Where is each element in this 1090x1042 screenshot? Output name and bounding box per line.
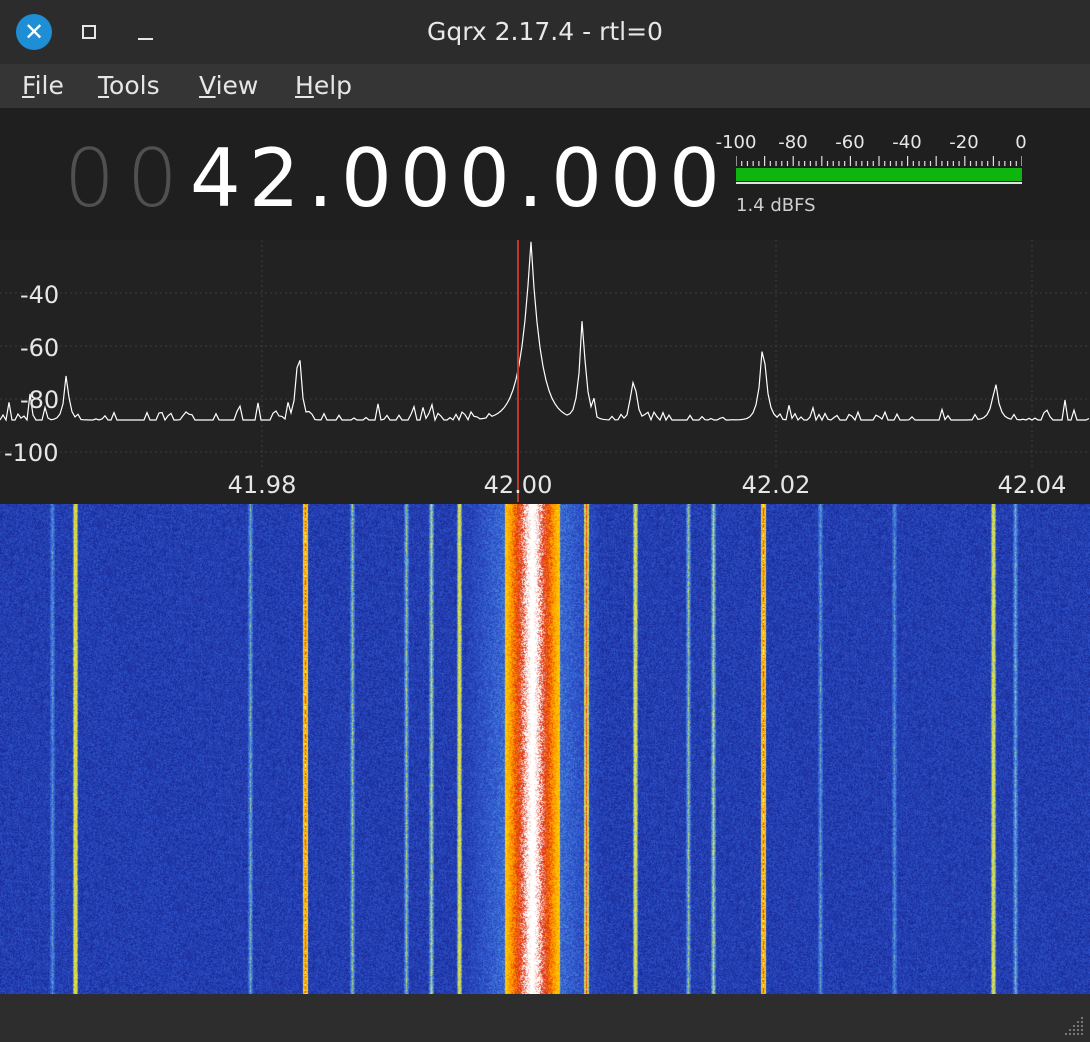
grip-dot: [1081, 1033, 1083, 1035]
spectrum-background: [0, 240, 1090, 504]
grip-dot: [1077, 1021, 1079, 1023]
spectrum-x-label: 42.02: [742, 471, 811, 499]
spectrum-y-label: -100: [4, 439, 58, 467]
meter-tick-label: -20: [949, 132, 979, 153]
menu-file[interactable]: File: [22, 68, 64, 104]
resize-grip-icon[interactable]: [1064, 1016, 1086, 1038]
waterfall-display[interactable]: [0, 504, 1090, 994]
spectrum-y-label: -40: [20, 281, 59, 309]
meter-tick-label: -40: [892, 132, 922, 153]
spectrum-x-label: 42.04: [998, 471, 1067, 499]
grip-dot: [1069, 1033, 1071, 1035]
grip-dot: [1065, 1033, 1067, 1035]
frequency-digit-leading[interactable]: 0: [64, 132, 123, 225]
frequency-digit-leading[interactable]: 0: [127, 132, 186, 225]
grip-dot: [1081, 1029, 1083, 1031]
menu-help[interactable]: Help: [295, 68, 352, 104]
frequency-value[interactable]: 42.000.000: [190, 132, 728, 225]
spectrum-plot[interactable]: -40 -60 -80 -100 41.98 42.00 42.02 42.04: [0, 240, 1090, 504]
meter-tick-label: -60: [835, 132, 865, 153]
grip-dot: [1077, 1033, 1079, 1035]
grip-dot: [1077, 1025, 1079, 1027]
spectrum-x-label: 41.98: [228, 471, 297, 499]
grip-dot: [1069, 1029, 1071, 1031]
menu-view[interactable]: View: [199, 68, 258, 104]
meter-scale: [736, 156, 1022, 166]
window-title: Gqrx 2.17.4 - rtl=0: [427, 17, 663, 46]
title-bar: ✕ Gqrx 2.17.4 - rtl=0: [0, 0, 1090, 64]
frequency-display[interactable]: 0 0 42.000.000: [64, 132, 728, 225]
signal-meter: -100 -80 -60 -40 -20 0 1.4 dBFS: [716, 132, 1036, 222]
menu-bar: File Tools View Help: [0, 64, 1090, 108]
meter-tick-label: 0: [1015, 132, 1027, 153]
meter-baseline: [736, 182, 1022, 184]
status-bar: [0, 994, 1090, 1042]
grip-dot: [1077, 1029, 1079, 1031]
spectrum-y-label: -60: [20, 334, 59, 362]
spectrum-x-label: 42.00: [484, 471, 553, 499]
meter-tick-label: -80: [778, 132, 808, 153]
grip-dot: [1073, 1033, 1075, 1035]
grip-dot: [1073, 1029, 1075, 1031]
meter-level-bar: [736, 168, 1022, 181]
grip-dot: [1081, 1025, 1083, 1027]
menu-tools[interactable]: Tools: [98, 68, 160, 104]
meter-tick-labels: -100 -80 -60 -40 -20 0: [716, 132, 1036, 156]
meter-value: 1.4 dBFS: [736, 195, 816, 216]
meter-tick-label: -100: [715, 132, 757, 153]
grip-dot: [1073, 1025, 1075, 1027]
grip-dot: [1081, 1017, 1083, 1019]
grip-dot: [1081, 1021, 1083, 1023]
spectrum-y-label: -80: [20, 386, 59, 414]
